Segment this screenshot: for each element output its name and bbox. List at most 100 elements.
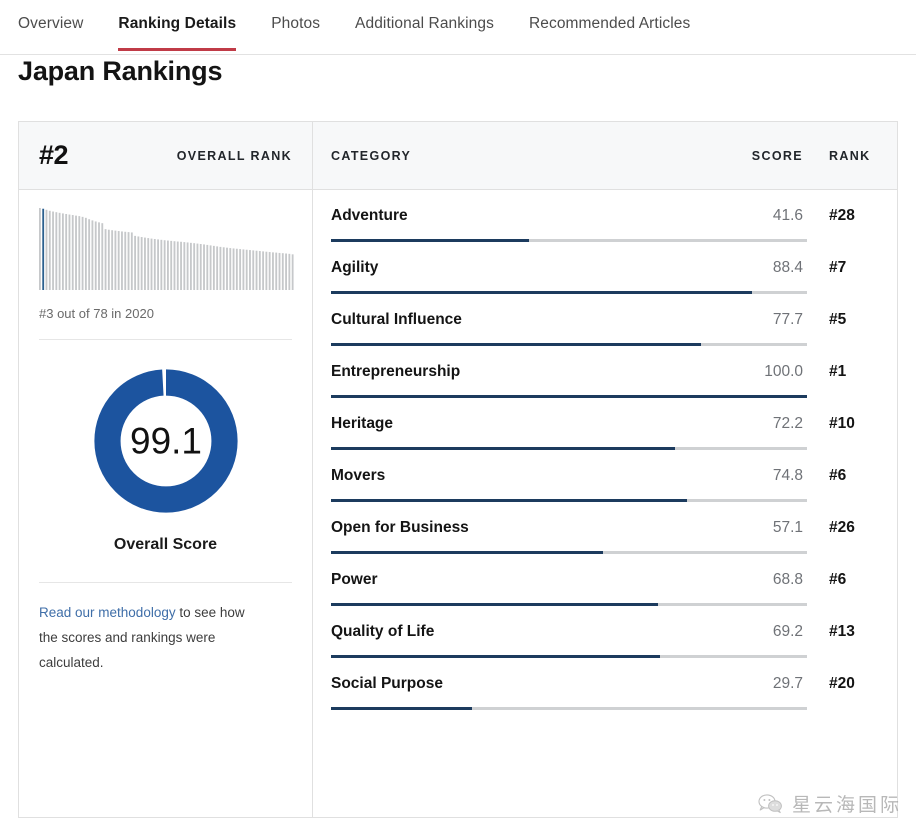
sparkline-bar	[131, 232, 133, 290]
overall-score-value: 99.1	[130, 421, 202, 462]
sparkline-bar	[88, 219, 90, 290]
sparkline-bar	[75, 216, 77, 290]
sparkline-bar	[147, 238, 149, 290]
tab-recommended-articles[interactable]: Recommended Articles	[529, 0, 690, 51]
wechat-logo-icon	[758, 793, 784, 815]
sparkline-bar	[242, 249, 244, 290]
category-rank: #28	[803, 207, 879, 225]
sparkline-bar	[233, 248, 235, 290]
sparkline-bar	[190, 243, 192, 290]
sparkline-bar	[72, 215, 74, 290]
sparkline-bar	[200, 244, 202, 290]
sparkline-bar	[246, 250, 248, 290]
sparkline-bar	[226, 248, 228, 290]
category-table-panel: CATEGORY SCORE RANK Adventure41.6#28Agil…	[313, 122, 897, 817]
sparkline-bar	[272, 252, 274, 290]
sparkline-bar	[124, 232, 126, 290]
table-row: Social Purpose29.7#20	[331, 658, 879, 710]
score-bar-track	[331, 707, 807, 710]
sparkline-bar	[65, 214, 67, 290]
category-name: Open for Business	[331, 519, 693, 537]
sparkline-bar	[62, 213, 64, 290]
sparkline-bar	[108, 230, 110, 290]
category-rank: #13	[803, 623, 879, 641]
category-rank: #10	[803, 415, 879, 433]
sparkline-bar	[279, 253, 281, 290]
category-rank: #1	[803, 363, 879, 381]
rank-distribution-caption: #3 out of 78 in 2020	[19, 290, 312, 321]
sparkline-bar	[151, 239, 153, 290]
sparkline-bar	[160, 240, 162, 290]
sparkline-bar	[229, 248, 231, 290]
category-score: 100.0	[693, 363, 803, 381]
sparkline-bar	[203, 244, 205, 290]
sparkline-bar	[85, 218, 87, 290]
sparkline-bar	[95, 221, 97, 290]
table-row: Adventure41.6#28	[331, 190, 879, 242]
overall-score-donut: 99.1	[89, 364, 243, 518]
sparkline-bar	[154, 239, 156, 290]
table-row: Open for Business57.1#26	[331, 502, 879, 554]
sparkline-bar	[114, 231, 116, 290]
category-score: 88.4	[693, 259, 803, 277]
category-rank: #6	[803, 571, 879, 589]
sparkline-bar	[206, 245, 208, 290]
category-score: 77.7	[693, 311, 803, 329]
sparkline-bar	[118, 231, 120, 290]
sparkline-bar	[39, 208, 41, 290]
methodology-link[interactable]: Read our methodology	[39, 605, 176, 620]
sparkline-bar	[52, 212, 54, 290]
sparkline-bar	[55, 212, 57, 290]
category-rank: #7	[803, 259, 879, 277]
sparkline-bar	[256, 251, 258, 290]
tab-ranking-details[interactable]: Ranking Details	[118, 0, 236, 51]
category-table-header: CATEGORY SCORE RANK	[313, 122, 897, 190]
page-title: Japan Rankings	[18, 56, 222, 87]
table-row: Quality of Life69.2#13	[331, 606, 879, 658]
methodology-note: Read our methodology to see how the scor…	[19, 583, 281, 676]
category-score: 74.8	[693, 467, 803, 485]
category-rows: Adventure41.6#28Agility88.4#7Cultural In…	[313, 190, 897, 817]
sparkline-bar	[180, 242, 182, 290]
category-score: 29.7	[693, 675, 803, 693]
sparkline-bar	[197, 244, 199, 290]
overall-rank-value: #2	[39, 140, 68, 171]
overall-rank-header: #2 OVERALL RANK	[19, 122, 312, 190]
category-rank: #5	[803, 311, 879, 329]
overall-score-chart: 99.1 Overall Score	[19, 340, 312, 554]
sparkline-bar	[59, 213, 61, 290]
column-header-rank: RANK	[803, 149, 879, 163]
category-name: Entrepreneurship	[331, 363, 693, 381]
sparkline-bar	[157, 239, 159, 290]
overall-score-label: Overall Score	[114, 536, 217, 554]
sparkline-bar	[174, 241, 176, 290]
sparkline-bar	[262, 251, 264, 290]
category-rank: #20	[803, 675, 879, 693]
category-score: 69.2	[693, 623, 803, 641]
category-name: Cultural Influence	[331, 311, 693, 329]
table-row: Heritage72.2#10	[331, 398, 879, 450]
sparkline-bar	[111, 230, 113, 290]
category-score: 41.6	[693, 207, 803, 225]
sparkline-bar	[193, 243, 195, 290]
category-rank: #6	[803, 467, 879, 485]
sparkline-bar	[249, 250, 251, 290]
watermark-text: 星云海国际	[792, 790, 902, 817]
sparkline-bar	[164, 240, 166, 290]
sparkline-bar	[128, 232, 130, 290]
sparkline-bar	[105, 229, 107, 290]
sparkline-bar	[144, 238, 146, 290]
rank-distribution-chart	[19, 190, 312, 290]
tab-additional-rankings[interactable]: Additional Rankings	[355, 0, 494, 51]
rank-distribution-sparkline	[39, 208, 295, 290]
sparkline-bar	[78, 216, 80, 290]
sparkline-bar	[210, 245, 212, 290]
sparkline-bar	[223, 247, 225, 290]
sparkline-bar	[275, 253, 277, 290]
sparkline-bar	[46, 210, 48, 290]
tab-overview[interactable]: Overview	[18, 0, 83, 51]
overall-rank-label: OVERALL RANK	[177, 149, 292, 163]
tab-photos[interactable]: Photos	[271, 0, 320, 51]
sparkline-bar	[216, 246, 218, 290]
sparkline-bar	[265, 252, 267, 290]
